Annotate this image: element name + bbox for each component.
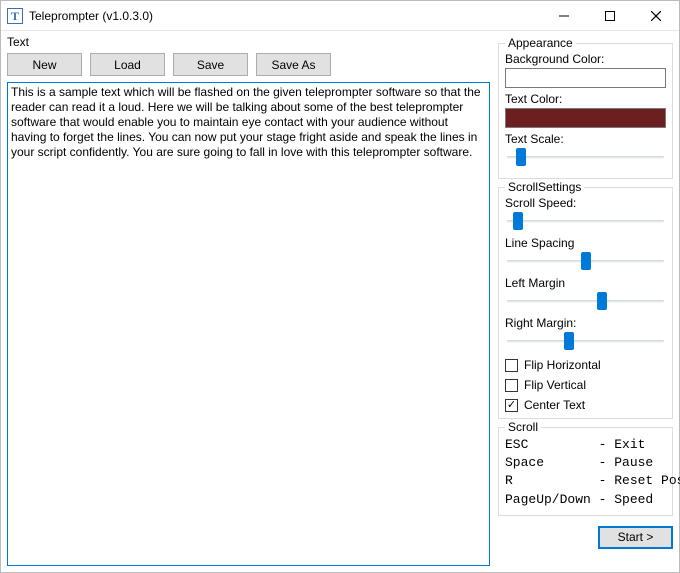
- line-spacing-slider[interactable]: [505, 252, 666, 272]
- text-section-label: Text: [7, 35, 490, 49]
- text-scale-label: Text Scale:: [505, 132, 666, 146]
- settings-panel: Appearance Background Color: Text Color:…: [498, 33, 673, 566]
- flip-horizontal-checkbox[interactable]: [505, 359, 518, 372]
- left-margin-slider[interactable]: [505, 292, 666, 312]
- line-spacing-label: Line Spacing: [505, 236, 666, 250]
- text-panel: Text New Load Save Save As: [7, 33, 490, 566]
- flip-vertical-checkbox[interactable]: [505, 379, 518, 392]
- maximize-button[interactable]: [587, 1, 633, 31]
- scroll-help-text: ESC - Exit Space - Pause R - Reset Pos P…: [505, 432, 666, 509]
- start-button[interactable]: Start >: [598, 526, 673, 549]
- text-color-picker[interactable]: [505, 108, 666, 128]
- script-textarea[interactable]: [7, 82, 490, 566]
- flip-horizontal-row[interactable]: Flip Horizontal: [505, 358, 666, 372]
- scroll-speed-slider[interactable]: [505, 212, 666, 232]
- text-scale-slider[interactable]: [505, 148, 666, 168]
- scroll-settings-group: ScrollSettings Scroll Speed: Line Spacin…: [498, 187, 673, 419]
- save-button[interactable]: Save: [173, 53, 248, 76]
- scroll-speed-label: Scroll Speed:: [505, 196, 666, 210]
- title-bar: T Teleprompter (v1.0.3.0): [1, 1, 679, 31]
- appearance-group: Appearance Background Color: Text Color:…: [498, 43, 673, 179]
- text-toolbar: New Load Save Save As: [7, 53, 490, 76]
- close-button[interactable]: [633, 1, 679, 31]
- load-button[interactable]: Load: [90, 53, 165, 76]
- scroll-help-group: Scroll ESC - Exit Space - Pause R - Rese…: [498, 427, 673, 516]
- text-color-label: Text Color:: [505, 92, 666, 106]
- center-text-checkbox[interactable]: ✓: [505, 399, 518, 412]
- center-text-label: Center Text: [524, 398, 585, 412]
- bg-color-picker[interactable]: [505, 68, 666, 88]
- left-margin-label: Left Margin: [505, 276, 666, 290]
- bg-color-label: Background Color:: [505, 52, 666, 66]
- flip-vertical-label: Flip Vertical: [524, 378, 586, 392]
- new-button[interactable]: New: [7, 53, 82, 76]
- scroll-settings-group-label: ScrollSettings: [505, 180, 584, 194]
- appearance-group-label: Appearance: [505, 36, 576, 50]
- scroll-help-group-label: Scroll: [505, 420, 541, 434]
- minimize-button[interactable]: [541, 1, 587, 31]
- window-title: Teleprompter (v1.0.3.0): [29, 9, 153, 23]
- minimize-icon: [559, 11, 569, 21]
- flip-vertical-row[interactable]: Flip Vertical: [505, 378, 666, 392]
- maximize-icon: [605, 11, 615, 21]
- right-margin-label: Right Margin:: [505, 316, 666, 330]
- save-as-button[interactable]: Save As: [256, 53, 331, 76]
- close-icon: [651, 11, 661, 21]
- center-text-row[interactable]: ✓ Center Text: [505, 398, 666, 412]
- app-icon: T: [7, 8, 23, 24]
- right-margin-slider[interactable]: [505, 332, 666, 352]
- flip-horizontal-label: Flip Horizontal: [524, 358, 601, 372]
